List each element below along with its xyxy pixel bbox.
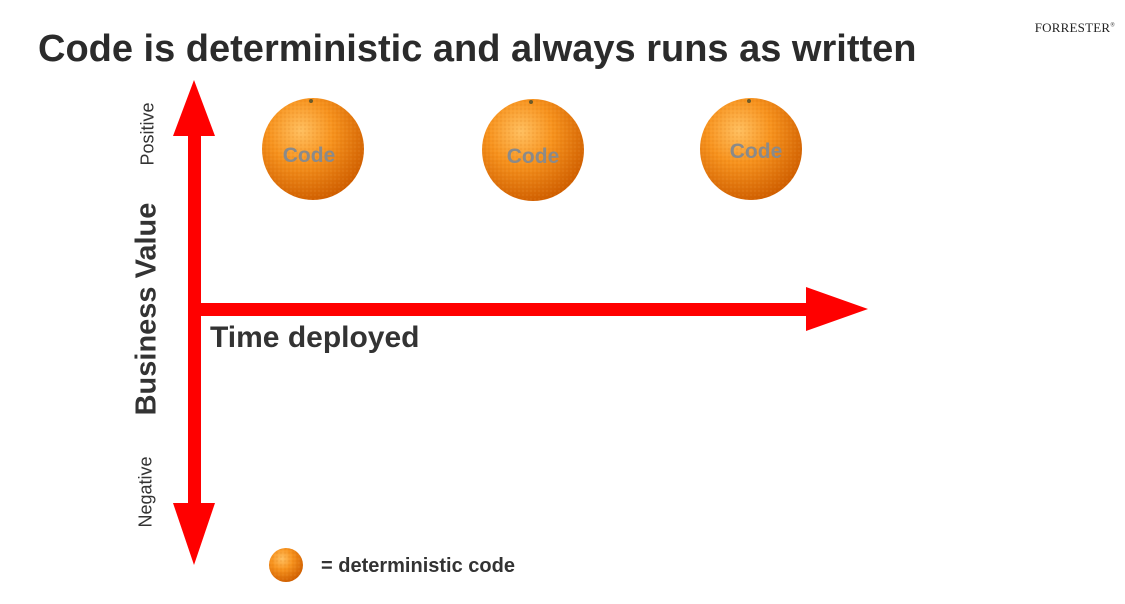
- y-axis-positive-label: Positive: [137, 102, 158, 166]
- y-axis-shaft: [188, 134, 201, 512]
- orange-peel-texture: [269, 548, 303, 582]
- orange-stem: [309, 99, 313, 103]
- legend-orange: [269, 548, 303, 582]
- y-axis-negative-label: Negative: [135, 456, 156, 528]
- orange-stem: [529, 100, 533, 104]
- y-axis-up-arrowhead: [173, 80, 215, 136]
- y-axis-arrow: [173, 80, 215, 565]
- x-axis-label: Time deployed: [210, 321, 420, 354]
- legend-text: = deterministic code: [321, 555, 515, 577]
- diagram-canvas: Code Code Code: [173, 80, 868, 582]
- y-axis-down-arrowhead: [173, 503, 215, 565]
- x-axis-right-arrowhead: [806, 287, 868, 331]
- code-label: Code: [283, 144, 336, 167]
- slide: FORRESTER® Code is deterministic and alw…: [0, 0, 1125, 604]
- code-orange-3: Code: [700, 98, 802, 200]
- y-axis-label: Business Value: [130, 202, 163, 416]
- code-label: Code: [730, 140, 783, 163]
- code-orange-2: Code: [482, 99, 584, 201]
- code-label: Code: [507, 145, 560, 168]
- code-orange-1: Code: [262, 98, 364, 200]
- orange-stem: [747, 99, 751, 103]
- x-axis-shaft: [194, 303, 812, 316]
